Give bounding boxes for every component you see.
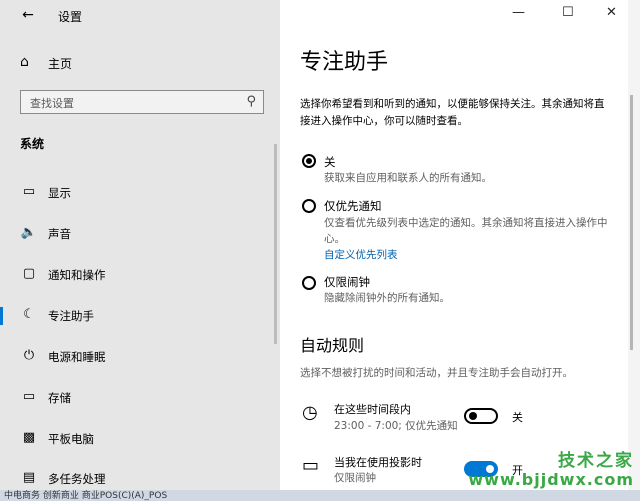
option-description: 获取来自应用和联系人的所有通知。 <box>324 172 492 184</box>
rule-subtitle: 仅限闹钟 <box>334 472 376 484</box>
rule-title[interactable]: 当我在使用投影时 <box>334 454 422 470</box>
page-description: 选择你希望看到和听到的通知，以便能够保持关注。其余通知将直接进入操作中心，你可以… <box>300 98 605 127</box>
settings-window: ← 设置 ⌂ 主页 查找设置 ⚲ 系统 ▭ 显示 🔈 声音 ▢ 通知和操作 ☾ … <box>0 0 628 490</box>
sidebar-item-focus-assist[interactable]: ☾ 专注助手 <box>0 301 280 331</box>
sidebar: ← 设置 ⌂ 主页 查找设置 ⚲ 系统 ▭ 显示 🔈 声音 ▢ 通知和操作 ☾ … <box>0 0 280 490</box>
main-pane: — ☐ ✕ 专注助手 选择你希望看到和听到的通知，以便能够保持关注。其余通知将直… <box>280 0 628 490</box>
monitor-icon: ▭ <box>302 455 320 476</box>
home-link[interactable]: ⌂ 主页 <box>0 50 280 76</box>
multitask-icon: ▤ <box>22 470 36 485</box>
main-scrollbar[interactable] <box>630 95 633 350</box>
section-heading: 系统 <box>20 137 45 151</box>
sidebar-item-power[interactable]: ⏻ 电源和睡眠 <box>0 342 280 372</box>
watermark-url: www.bjjdwx.com <box>468 470 634 489</box>
tablet-icon: ▩ <box>22 430 36 445</box>
time-rule-toggle[interactable] <box>464 408 498 424</box>
window-controls: — ☐ ✕ <box>478 0 628 30</box>
storage-icon: ▭ <box>22 389 36 404</box>
window-title: 设置 <box>58 10 83 24</box>
sidebar-item-label: 通知和操作 <box>48 268 106 282</box>
home-icon: ⌂ <box>20 54 29 70</box>
search-placeholder: 查找设置 <box>30 97 74 110</box>
sidebar-item-sound[interactable]: 🔈 声音 <box>0 219 280 249</box>
sidebar-item-label: 多任务处理 <box>48 472 106 486</box>
power-icon: ⏻ <box>23 348 35 363</box>
page-title: 专注助手 <box>300 50 389 75</box>
monitor-icon: ▭ <box>22 184 36 199</box>
sidebar-scrollbar[interactable] <box>274 144 277 344</box>
close-button[interactable]: ✕ <box>606 5 617 20</box>
customize-priority-link[interactable]: 自定义优先列表 <box>324 247 398 262</box>
search-input[interactable]: 查找设置 ⚲ <box>20 90 264 114</box>
sidebar-item-label: 显示 <box>48 186 71 200</box>
option-title: 关 <box>324 155 336 169</box>
option-title: 仅优先通知 <box>324 199 382 213</box>
sidebar-item-storage[interactable]: ▭ 存储 <box>0 383 280 413</box>
maximize-button[interactable]: ☐ <box>562 5 574 20</box>
watermark: 技术之家 www.bjjdwx.com <box>452 444 638 494</box>
sidebar-item-label: 声音 <box>48 227 71 241</box>
radio-priority-only[interactable] <box>302 199 316 213</box>
rule-title[interactable]: 在这些时间段内 <box>334 401 411 417</box>
sidebar-item-label: 平板电脑 <box>48 432 94 446</box>
radio-alarms-only[interactable] <box>302 276 316 290</box>
search-icon[interactable]: ⚲ <box>246 94 256 109</box>
notification-icon: ▢ <box>22 266 36 281</box>
sidebar-item-notifications[interactable]: ▢ 通知和操作 <box>0 260 280 290</box>
option-description: 隐藏除闹钟外的所有通知。 <box>324 292 450 304</box>
clock-icon: ◷ <box>302 402 318 423</box>
sidebar-item-display[interactable]: ▭ 显示 <box>0 178 280 208</box>
auto-rules-description: 选择不想被打扰的时间和活动，并且专注助手会自动打开。 <box>300 367 573 379</box>
active-indicator <box>0 307 3 325</box>
option-title: 仅限闹钟 <box>324 275 370 289</box>
sidebar-item-label: 专注助手 <box>48 309 94 323</box>
toggle-state-label: 关 <box>512 411 523 424</box>
home-label: 主页 <box>48 57 73 71</box>
minimize-button[interactable]: — <box>512 5 525 20</box>
back-arrow-icon[interactable]: ← <box>16 4 40 26</box>
rule-subtitle: 23:00 - 7:00; 仅优先通知 <box>334 420 458 432</box>
sidebar-item-label: 电源和睡眠 <box>48 350 106 364</box>
auto-rules-heading: 自动规则 <box>300 336 365 355</box>
sidebar-item-tablet[interactable]: ▩ 平板电脑 <box>0 424 280 454</box>
speaker-icon: 🔈 <box>20 225 38 240</box>
radio-off[interactable] <box>302 154 316 168</box>
toggle-knob <box>469 412 477 420</box>
sidebar-item-multitasking[interactable]: ▤ 多任务处理 <box>0 464 280 490</box>
moon-icon: ☾ <box>23 307 35 322</box>
bottom-text: 中电商务 创新商业 商业POS(C)(A)_POS <box>4 491 168 501</box>
option-description: 仅查看优先级列表中选定的通知。其余通知将直接进入操作中心。 <box>324 217 608 245</box>
sidebar-item-label: 存储 <box>48 391 71 405</box>
watermark-name: 技术之家 <box>558 451 634 471</box>
